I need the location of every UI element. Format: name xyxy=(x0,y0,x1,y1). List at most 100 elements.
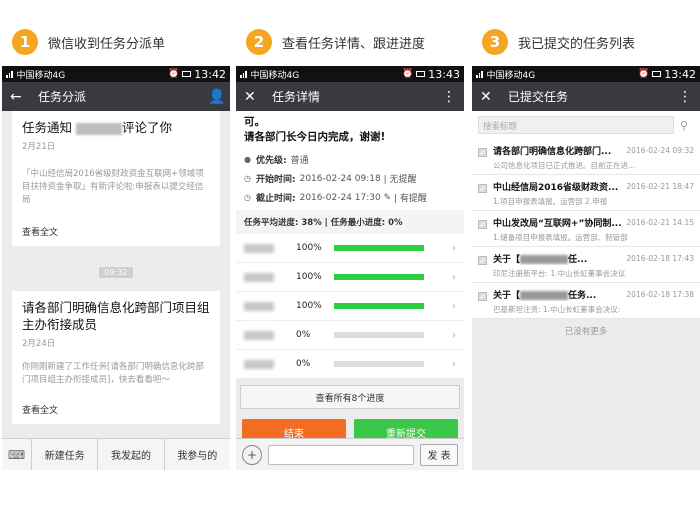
end-remind: | 有提醒 xyxy=(394,194,427,204)
redacted-name xyxy=(244,359,274,369)
title-bar: ✕ 已提交任务 ⋮ xyxy=(472,82,700,111)
end-value: 2016-02-24 17:30 xyxy=(299,192,381,203)
menu-participated[interactable]: 我参与的 xyxy=(165,439,230,470)
progress-percent: 0% xyxy=(296,359,311,369)
search-icon[interactable]: ⚲ xyxy=(674,119,694,132)
progress-row[interactable]: 100% › xyxy=(236,234,464,263)
step-caption: 我已提交的任务列表 xyxy=(518,36,636,52)
item-title: 中山发改局“互联网+”协同制... xyxy=(493,219,622,229)
item-sub: 1.项目申报表填报。运营部 2.申报 xyxy=(493,197,608,206)
status-bar: 中国移动4G ⏰ 13:42 xyxy=(2,66,230,82)
no-more-label: 已没有更多 xyxy=(564,327,608,337)
item-title: 关于【 任务... xyxy=(493,291,597,301)
more-vertical-icon[interactable]: ⋮ xyxy=(678,89,692,105)
progress-row[interactable]: 100% › xyxy=(236,292,464,321)
battery-icon xyxy=(182,71,192,77)
status-time: 13:42 xyxy=(664,67,696,81)
page-title: 任务分派 xyxy=(38,90,87,104)
carrier-label: 中国移动4G xyxy=(250,70,300,81)
priority-row: ● 优先级: 普通 xyxy=(244,153,456,166)
clock-icon: ◷ xyxy=(244,174,251,183)
view-full-link[interactable]: 查看全文 xyxy=(22,403,210,416)
redacted-name xyxy=(76,122,122,135)
chevron-right-icon: › xyxy=(452,271,456,283)
redacted-name xyxy=(244,243,274,253)
progress-bar xyxy=(334,361,424,367)
plus-icon[interactable]: + xyxy=(242,444,262,465)
item-date: 2016-02-18 17:43 xyxy=(626,254,694,263)
progress-percent: 100% xyxy=(296,301,322,311)
carrier-label: 中国移动4G xyxy=(486,70,536,81)
chevron-right-icon: › xyxy=(452,242,456,254)
item-sub: 公司信息化项目已正式推进。目前正在进... xyxy=(493,161,636,170)
back-arrow-icon[interactable]: ← xyxy=(10,89,34,105)
progress-row[interactable]: 0% › xyxy=(236,350,464,379)
card-body: 「中山经信局2016省级财政资金互联网+领域项目扶持资金争取」有新评论啦:申报表… xyxy=(22,169,204,205)
item-sub: 1.储备项目申报表填报。运营部、制管部 xyxy=(493,233,628,242)
card-body: 你刚刚新建了工作任务[请各部门明确信息化跨部门项目组主办衔接成员]，快去看看吧～ xyxy=(22,362,204,385)
carrier-label: 中国移动4G xyxy=(16,70,66,81)
chevron-right-icon: › xyxy=(452,300,456,312)
send-button[interactable]: 发 表 xyxy=(420,443,458,466)
view-all-progress-button[interactable]: 查看所有8个进度 xyxy=(240,385,460,409)
item-date: 2016-02-24 09:32 xyxy=(626,146,694,155)
step-number: 2 xyxy=(246,29,272,55)
list-item[interactable]: ✓ 关于【 任务... 2016-02-18 17:38 巴基斯坦注资: 1.中山长虹… xyxy=(472,283,700,319)
title-bar: ✕ 任务详情 ⋮ xyxy=(236,82,464,111)
task-list: ✓ 请各部门明确信息化跨部门... 2016-02-24 09:32 公司信息化项目… xyxy=(472,139,700,319)
progress-bar xyxy=(334,274,424,280)
edit-icon[interactable]: ✎ xyxy=(384,193,392,203)
progress-bar xyxy=(334,245,424,251)
checkbox-icon[interactable]: ✓ xyxy=(478,292,487,301)
bottom-menu: ⌨ 新建任务 我发起的 我参与的 xyxy=(2,438,230,470)
step-2: 2 查看任务详情、跟进进度 xyxy=(246,28,425,56)
list-item[interactable]: ✓ 中山经信局2016省级财政资... 2016-02-21 18:47 1.项目申… xyxy=(472,175,700,211)
end-time-row: ◷ 截止时间: 2016-02-24 17:30 ✎ | 有提醒 xyxy=(244,191,456,205)
progress-percent: 100% xyxy=(296,243,322,253)
checkbox-icon[interactable]: ✓ xyxy=(478,256,487,265)
progress-row[interactable]: 100% › xyxy=(236,263,464,292)
start-value: 2016-02-24 09:18 xyxy=(299,173,381,184)
more-vertical-icon[interactable]: ⋮ xyxy=(442,89,456,105)
avg-progress: 任务平均进度: 38% | 任务最小进度: 0% xyxy=(236,210,464,234)
progress-row[interactable]: 0% › xyxy=(236,321,464,350)
signal-icon xyxy=(476,70,484,78)
progress-bar xyxy=(334,332,424,338)
phone-task-detail: 中国移动4G ⏰ 13:43 ✕ 任务详情 ⋮ 可。 请各部门长今日内完成，谢谢… xyxy=(236,66,464,470)
list-item[interactable]: ✓ 关于【 任... 2016-02-18 17:43 印尼注册新平台: 1.中山长虹… xyxy=(472,247,700,283)
close-icon[interactable]: ✕ xyxy=(480,89,504,105)
checkbox-icon[interactable]: ✓ xyxy=(478,148,487,157)
item-date: 2016-02-21 14:15 xyxy=(626,218,694,227)
person-icon[interactable]: 👤 xyxy=(208,89,225,105)
menu-initiated[interactable]: 我发起的 xyxy=(98,439,165,470)
search-input[interactable]: 搜索标题 xyxy=(478,116,674,134)
item-title: 中山经信局2016省级财政资... xyxy=(493,183,619,193)
card-title: 请各部门明确信息化跨部门项目组主办衔接成员 xyxy=(22,300,210,332)
notification-card[interactable]: 请各部门明确信息化跨部门项目组主办衔接成员 2月24日 你刚刚新建了工作任务[请… xyxy=(12,291,220,424)
checkbox-icon[interactable]: ✓ xyxy=(478,220,487,229)
item-date: 2016-02-21 18:47 xyxy=(626,182,694,191)
card-date: 2月24日 xyxy=(22,339,56,349)
view-full-link[interactable]: 查看全文 xyxy=(22,225,210,238)
close-icon[interactable]: ✕ xyxy=(244,89,268,105)
phone-task-dispatch: 中国移动4G ⏰ 13:42 ← 任务分派 👤 任务通知 评论了你 2月21日 … xyxy=(2,66,230,470)
comment-input[interactable] xyxy=(268,444,414,465)
signal-icon xyxy=(240,70,248,78)
step-number: 1 xyxy=(12,29,38,55)
redacted-name xyxy=(244,272,274,282)
step-number: 3 xyxy=(482,29,508,55)
item-sub: 巴基斯坦注资: 1.中山长虹董事会决议: xyxy=(493,305,621,314)
list-item[interactable]: ✓ 中山发改局“互联网+”协同制... 2016-02-21 14:15 1.储备项… xyxy=(472,211,700,247)
start-label: 开始时间: xyxy=(256,175,296,185)
checkbox-icon[interactable]: ✓ xyxy=(478,184,487,193)
menu-new-task[interactable]: 新建任务 xyxy=(32,439,99,470)
item-title: 关于【 任... xyxy=(493,255,588,265)
status-time: 13:43 xyxy=(428,67,460,81)
step-caption: 微信收到任务分派单 xyxy=(48,36,166,52)
step-1: 1 微信收到任务分派单 xyxy=(12,28,165,56)
list-item[interactable]: ✓ 请各部门明确信息化跨部门... 2016-02-24 09:32 公司信息化项目… xyxy=(472,139,700,175)
notification-card[interactable]: 任务通知 评论了你 2月21日 「中山经信局2016省级财政资金互联网+领域项目… xyxy=(12,111,220,246)
step-3: 3 我已提交的任务列表 xyxy=(482,28,635,56)
title-bar: ← 任务分派 👤 xyxy=(2,82,230,111)
keyboard-icon[interactable]: ⌨ xyxy=(2,439,32,470)
